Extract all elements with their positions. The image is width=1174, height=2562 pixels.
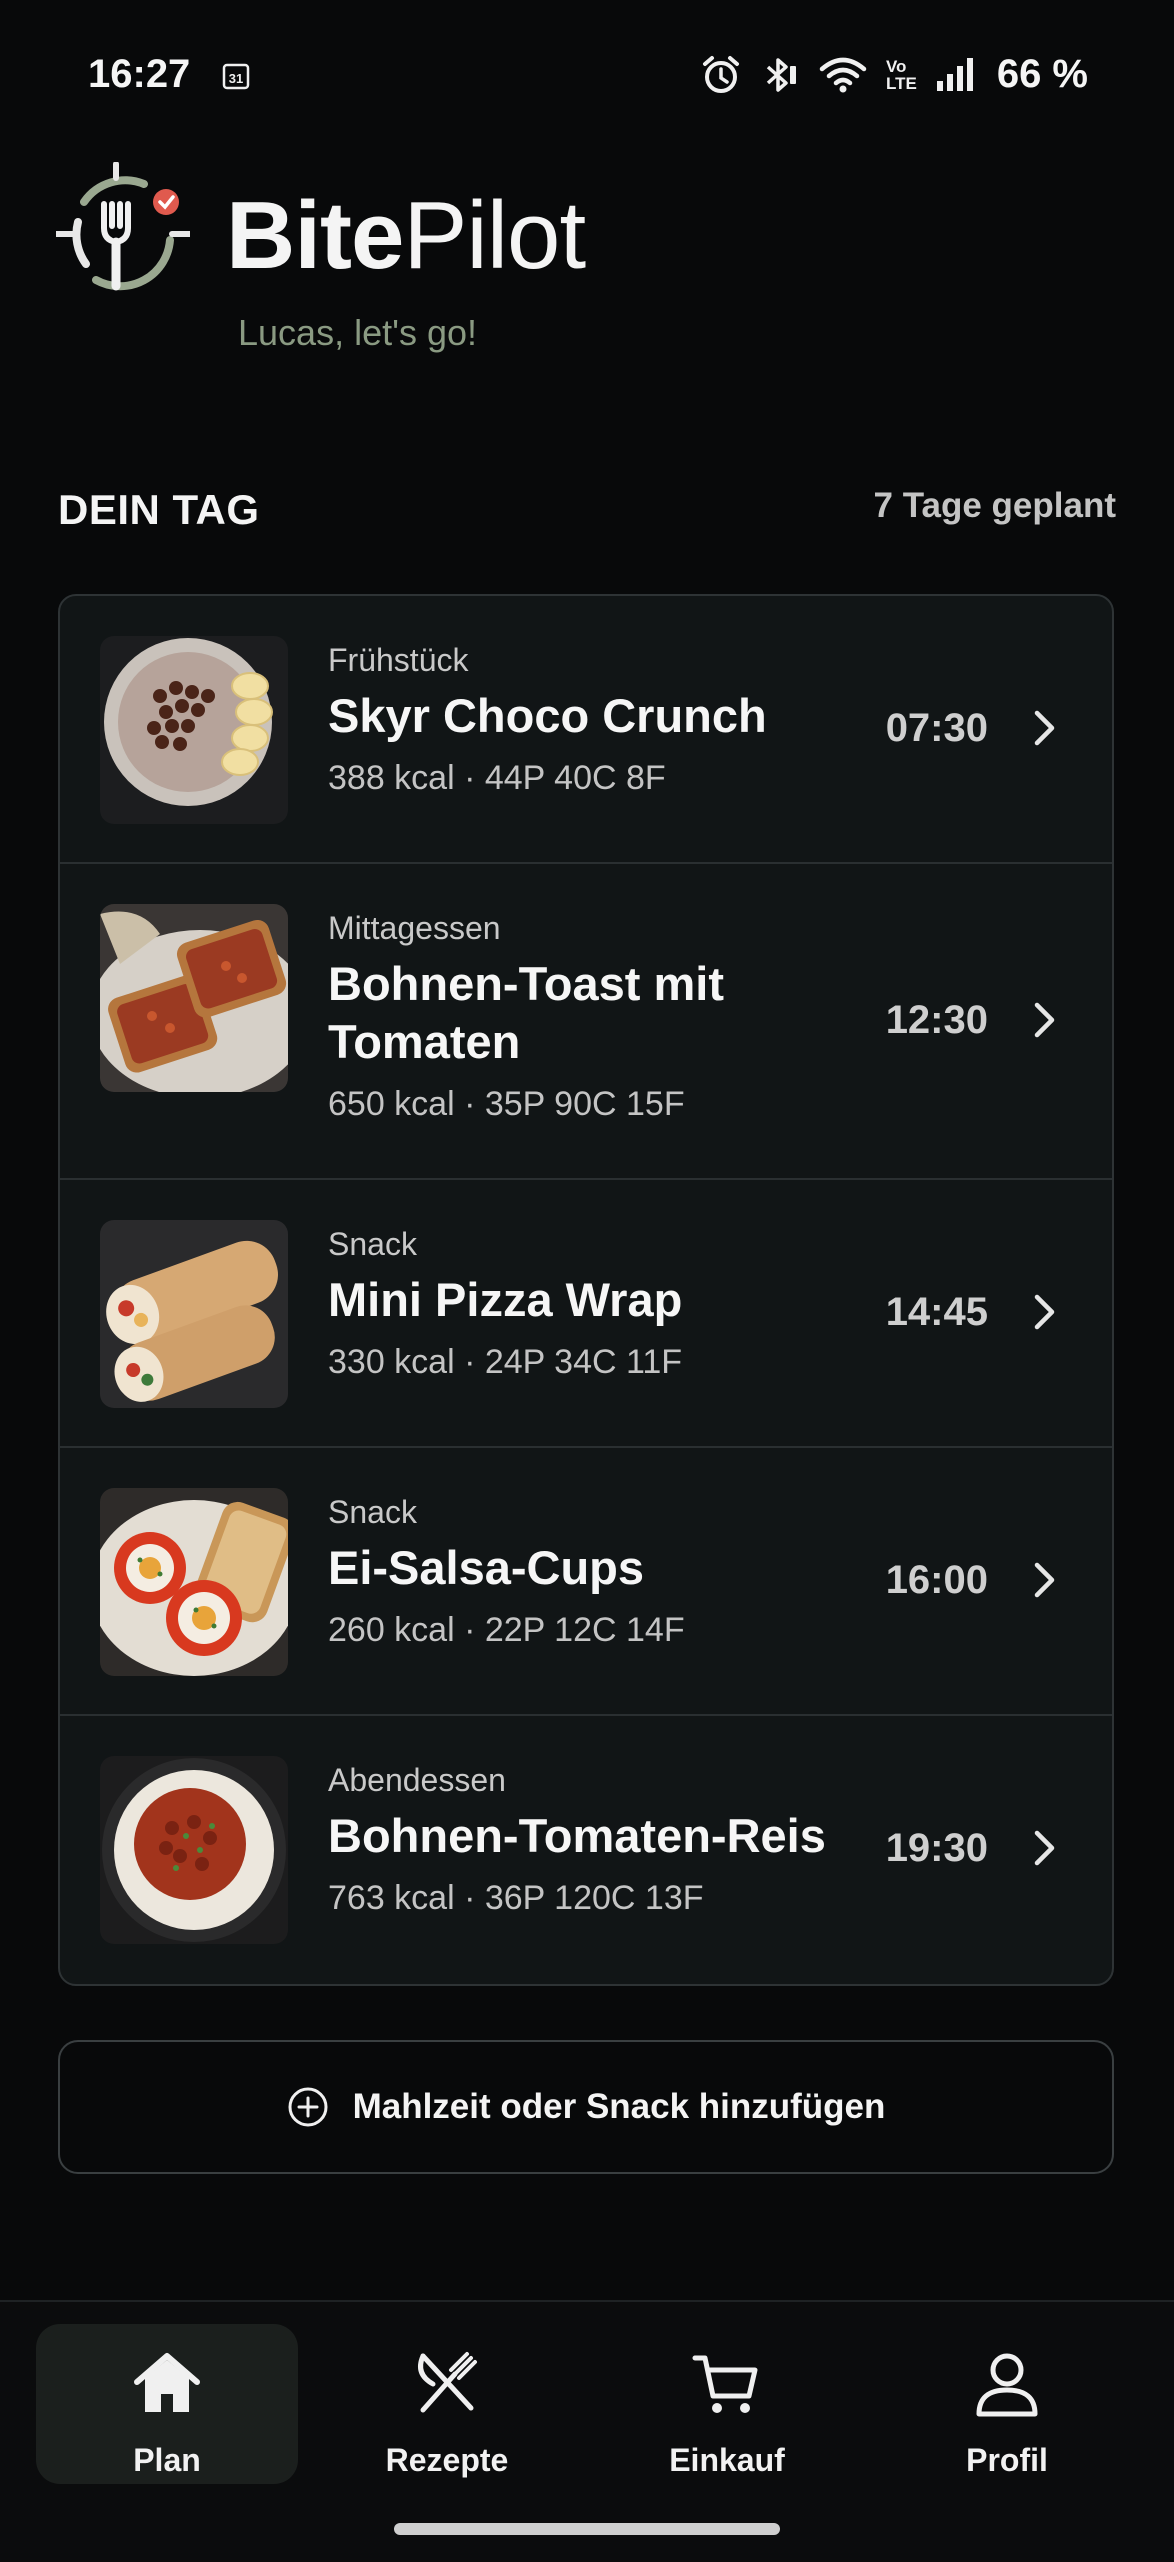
person-icon bbox=[976, 2353, 1038, 2417]
meal-macros: 763 kcal · 36P 120C 13F bbox=[328, 1879, 704, 1917]
nav-rezepte[interactable]: Rezepte bbox=[316, 2324, 578, 2484]
utensils-icon bbox=[418, 2352, 477, 2413]
meal-time: 16:00 bbox=[885, 1558, 988, 1602]
meal-name: Mini Pizza Wrap bbox=[328, 1273, 683, 1326]
meal-type: Snack bbox=[328, 1494, 417, 1530]
planned-days-count: 7 Tage geplant bbox=[873, 486, 1116, 525]
meal-info: Mittagessen Bohnen-Toast mit Tomaten 650 … bbox=[328, 910, 724, 1124]
bluetooth-icon bbox=[766, 57, 796, 92]
calendar-day: 31 bbox=[229, 71, 243, 86]
egg-salsa-cups-image bbox=[100, 1488, 288, 1676]
meal-macros: 388 kcal · 44P 40C 8F bbox=[328, 759, 666, 797]
meal-row[interactable]: Snack Mini Pizza Wrap 330 kcal · 24P 34C… bbox=[60, 1180, 1112, 1448]
meal-type: Mittagessen bbox=[328, 910, 501, 946]
nav-einkauf[interactable]: Einkauf bbox=[596, 2324, 858, 2484]
nav-label: Rezepte bbox=[385, 2442, 509, 2478]
greeting-text: Lucas, let's go! bbox=[238, 312, 478, 353]
home-icon bbox=[134, 2353, 200, 2412]
meal-time: 12:30 bbox=[885, 998, 988, 1042]
nav-label: Einkauf bbox=[669, 2442, 785, 2478]
meal-info: Abendessen Bohnen-Tomaten-Reis 763 kcal … bbox=[328, 1762, 826, 1918]
nav-label: Plan bbox=[133, 2442, 201, 2478]
meal-macros: 650 kcal · 35P 90C 15F bbox=[328, 1085, 685, 1123]
status-time: 16:27 bbox=[88, 52, 191, 96]
meal-row[interactable]: Snack Ei-Salsa-Cups 260 kcal · 22P 12C 1… bbox=[60, 1448, 1112, 1716]
home-indicator[interactable] bbox=[394, 2523, 780, 2535]
chevron-right-icon bbox=[1034, 1002, 1055, 1038]
section-title: DEIN TAG bbox=[58, 486, 260, 533]
bean-tomato-rice-image bbox=[100, 1756, 288, 1944]
nav-label: Profil bbox=[966, 2442, 1048, 2478]
meal-row[interactable]: Frühstück Skyr Choco Crunch 388 kcal · 4… bbox=[60, 596, 1112, 864]
nav-profil[interactable]: Profil bbox=[876, 2324, 1138, 2484]
plus-circle-icon bbox=[288, 2087, 328, 2127]
add-meal-label: Mahlzeit oder Snack hinzufügen bbox=[352, 2087, 886, 2126]
meal-row[interactable]: Mittagessen Bohnen-Toast mit Tomaten 650 … bbox=[60, 864, 1112, 1180]
wifi-icon bbox=[819, 57, 867, 92]
chevron-right-icon bbox=[1034, 1830, 1055, 1866]
bean-toast-image bbox=[100, 904, 288, 1092]
chevron-right-icon bbox=[1034, 710, 1055, 746]
meal-row[interactable]: Abendessen Bohnen-Tomaten-Reis 763 kcal … bbox=[60, 1716, 1112, 1984]
meal-time: 14:45 bbox=[885, 1290, 988, 1334]
skyr-bowl-image bbox=[100, 636, 288, 824]
alarm-icon bbox=[702, 55, 739, 93]
volte-icon: Vo LTE bbox=[885, 56, 917, 93]
meal-name: Skyr Choco Crunch bbox=[328, 689, 767, 742]
pizza-wrap-image bbox=[100, 1220, 288, 1408]
meal-macros: 330 kcal · 24P 34C 11F bbox=[328, 1343, 683, 1381]
battery-percent: 66 % bbox=[996, 52, 1088, 96]
meal-macros: 260 kcal · 22P 12C 14F bbox=[328, 1611, 685, 1649]
signal-icon bbox=[936, 57, 973, 91]
cart-icon bbox=[692, 2355, 758, 2413]
app-title: BitePilot bbox=[226, 182, 586, 289]
nav-plan[interactable]: Plan bbox=[36, 2324, 298, 2484]
meal-time: 19:30 bbox=[885, 1826, 988, 1870]
meal-info: Snack Ei-Salsa-Cups 260 kcal · 22P 12C 1… bbox=[328, 1494, 685, 1650]
meal-type: Frühstück bbox=[328, 642, 469, 678]
meal-info: Snack Mini Pizza Wrap 330 kcal · 24P 34C… bbox=[328, 1226, 682, 1382]
chevron-right-icon bbox=[1034, 1294, 1055, 1330]
meal-name: Bohnen-Tomaten-Reis bbox=[328, 1809, 826, 1862]
meal-list: Frühstück Skyr Choco Crunch 388 kcal · 4… bbox=[58, 594, 1114, 1986]
bitepilot-logo-icon bbox=[56, 162, 190, 291]
meal-type: Snack bbox=[328, 1226, 417, 1262]
meal-name: Ei-Salsa-Cups bbox=[328, 1541, 645, 1594]
meal-info: Frühstück Skyr Choco Crunch 388 kcal · 4… bbox=[328, 642, 767, 798]
meal-time: 07:30 bbox=[885, 706, 988, 750]
status-icons: Vo LTE 66 % bbox=[700, 52, 1088, 97]
meal-name: Bohnen-Toast mit Tomaten bbox=[328, 957, 724, 1068]
meal-type: Abendessen bbox=[328, 1762, 506, 1798]
chevron-right-icon bbox=[1034, 1562, 1055, 1598]
add-meal-button[interactable]: Mahlzeit oder Snack hinzufügen bbox=[58, 2040, 1114, 2174]
calendar-notification-icon: 31 bbox=[222, 63, 250, 90]
